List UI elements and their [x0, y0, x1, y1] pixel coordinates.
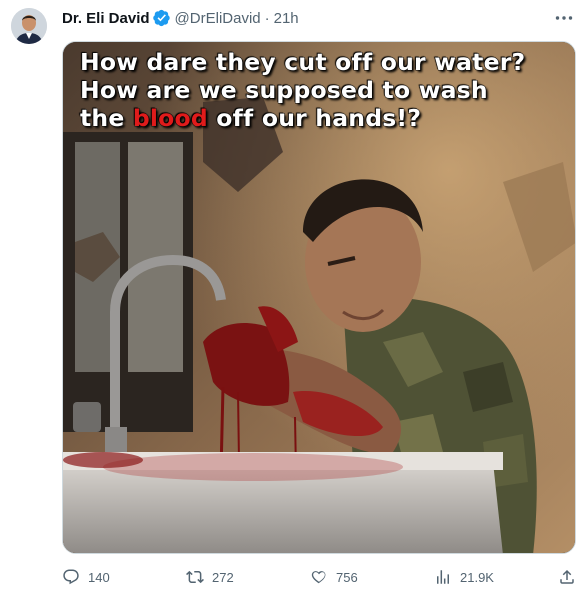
retweet-count: 272	[212, 569, 234, 585]
views-count: 21.9K	[460, 569, 494, 585]
caption-line-3-end: off our hands!?	[207, 104, 422, 133]
views-chart-icon	[437, 570, 449, 584]
separator-dot: ·	[264, 9, 270, 27]
like-button[interactable]: 756	[310, 566, 358, 588]
heart-icon	[311, 571, 326, 584]
retweet-icon	[186, 570, 204, 584]
retweet-button[interactable]: 272	[186, 566, 234, 588]
timestamp[interactable]: 21h	[274, 10, 299, 27]
reply-count: 140	[88, 569, 110, 585]
share-icon	[560, 569, 574, 584]
display-name[interactable]: Dr. Eli David	[62, 10, 150, 27]
user-handle[interactable]: @DrEliDavid	[175, 10, 261, 27]
views-button[interactable]: 21.9K	[434, 566, 494, 588]
caption-line-3: the blood off our hands!?	[80, 104, 525, 133]
caption-highlight-word: blood	[132, 104, 208, 133]
more-icon[interactable]	[553, 9, 575, 27]
tweet-actions: 140 272 756 21.9K	[62, 566, 582, 588]
share-button[interactable]	[558, 566, 584, 588]
verified-badge-icon	[152, 9, 171, 27]
reply-icon	[63, 569, 79, 585]
caption-line-3-start: the	[80, 104, 133, 133]
reply-button[interactable]: 140	[62, 566, 110, 588]
avatar[interactable]	[11, 8, 47, 44]
image-caption: How dare they cut off our water? How are…	[79, 48, 526, 133]
tweet: Dr. Eli David @DrEliDavid · 21h How dare…	[0, 0, 588, 600]
like-count: 756	[336, 569, 358, 585]
caption-line-1: How dare they cut off our water?	[79, 48, 526, 77]
caption-line-2: How are we supposed to wash	[79, 76, 488, 105]
tweet-header: Dr. Eli David @DrEliDavid · 21h	[62, 7, 299, 29]
tweet-image[interactable]: How dare they cut off our water? How are…	[62, 41, 576, 554]
